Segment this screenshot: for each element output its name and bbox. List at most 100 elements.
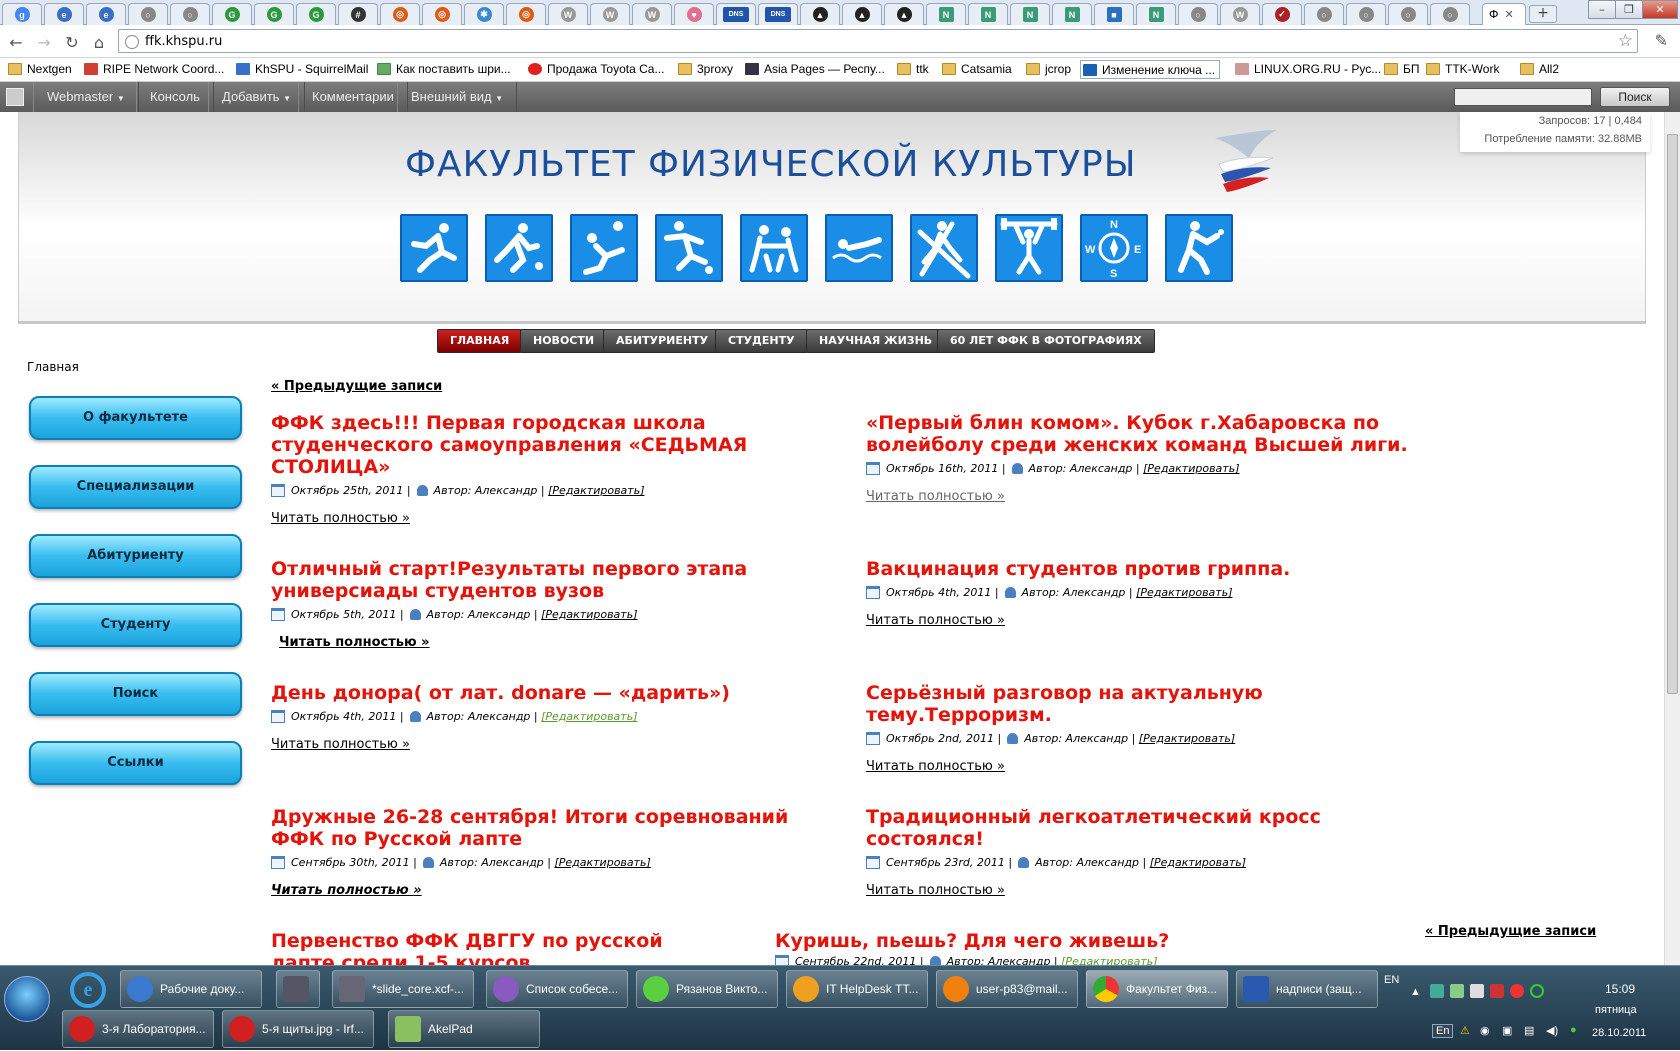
tray-app-icon[interactable] (1470, 984, 1484, 998)
scrollbar-thumb[interactable] (1667, 134, 1678, 694)
read-more-link[interactable]: Читать полностью » (866, 489, 1456, 504)
browser-tab[interactable]: e (44, 3, 84, 25)
taskbar-item[interactable]: *slide_core.xcf-... (332, 970, 474, 1008)
browser-tab[interactable]: W (548, 3, 588, 25)
browser-tab[interactable]: ▲ (842, 3, 882, 25)
nav-photos[interactable]: 60 ЛЕТ ФФК В ФОТОГРАФИЯХ (937, 329, 1155, 353)
edit-link[interactable]: [Редактировать] (1061, 955, 1157, 965)
browser-tab-active[interactable]: Ф ✕ (1482, 3, 1526, 25)
browser-tab[interactable]: ■ (1094, 3, 1134, 25)
edit-link[interactable]: [Редактировать] (1143, 462, 1239, 475)
browser-tab[interactable]: ○ (170, 3, 210, 25)
read-more-link[interactable]: Читать полностью » (271, 737, 811, 752)
bookmark-item[interactable]: БП (1384, 62, 1420, 76)
nav-science[interactable]: НАУЧНАЯ ЖИЗНЬ (806, 329, 946, 353)
sidebar-button-links[interactable]: Ссылки (29, 741, 242, 785)
browser-tab[interactable]: ○ (1304, 3, 1344, 25)
post-title[interactable]: День донора( от лат. donare — «дарить») (271, 682, 811, 704)
admin-search-input[interactable] (1454, 88, 1592, 106)
previous-posts-link-bottom[interactable]: « Предыдущие записи (1425, 924, 1596, 939)
taskbar-item[interactable]: Список собесе... (486, 970, 628, 1008)
taskbar-item[interactable]: AkelPad (388, 1010, 540, 1048)
forward-icon[interactable]: → (34, 33, 54, 52)
sidebar-button-about[interactable]: О факультете (29, 396, 242, 440)
network-icon[interactable] (1430, 984, 1444, 998)
browser-tab[interactable]: DNS (716, 3, 756, 25)
taskbar-item[interactable]: надписи (защ... (1236, 970, 1378, 1008)
wrench-icon[interactable]: ✎ (1655, 31, 1668, 50)
nav-home[interactable]: ГЛАВНАЯ (437, 329, 523, 353)
browser-tab[interactable]: N (968, 3, 1008, 25)
warning-icon[interactable]: ⚠ (1460, 1024, 1470, 1037)
close-window-button[interactable]: ✕ (1642, 0, 1678, 19)
browser-tab[interactable]: ▲ (884, 3, 924, 25)
internet-explorer-icon[interactable]: e (70, 972, 106, 1008)
maximize-button[interactable]: ❐ (1615, 0, 1643, 19)
start-button[interactable] (4, 976, 50, 1022)
browser-tab[interactable]: ○ (1346, 3, 1386, 25)
tray-app-icon[interactable]: ◉ (1480, 1024, 1490, 1037)
browser-tab[interactable]: ○ (1178, 3, 1218, 25)
sidebar-button-search[interactable]: Поиск (29, 672, 242, 716)
post-title[interactable]: Вакцинация студентов против гриппа. (866, 558, 1456, 580)
taskbar-item[interactable]: 5-я щиты.jpg - Irf... (222, 1010, 374, 1048)
language-indicator[interactable]: EN (1384, 974, 1399, 986)
browser-tab[interactable]: ◎ (380, 3, 420, 25)
read-more-link[interactable]: Читать полностью » (271, 511, 811, 526)
nav-applicants[interactable]: АБИТУРИЕНТУ (603, 329, 722, 353)
admin-menu-add[interactable]: Добавить ▼ (208, 82, 305, 112)
reload-icon[interactable]: ↻ (62, 33, 82, 52)
tray-app-icon[interactable] (1530, 984, 1544, 998)
bookmark-item[interactable]: LINUX.ORG.RU - Рус... (1235, 62, 1381, 76)
post-title[interactable]: Первенство ФФК ДВГГУ по русской лапте ср… (271, 930, 701, 965)
bookmark-item[interactable]: Как поставить шри... (377, 62, 511, 76)
taskbar-item[interactable]: user-p83@mail... (936, 970, 1078, 1008)
browser-tab[interactable]: g (2, 3, 42, 25)
taskbar-item-active[interactable]: Факультет Физ... (1086, 970, 1228, 1008)
browser-tab[interactable]: G (212, 3, 252, 25)
admin-search-button[interactable]: Поиск (1600, 87, 1670, 107)
sidebar-button-applicants[interactable]: Абитуриенту (29, 534, 242, 578)
read-more-link[interactable]: Читать полностью » (866, 883, 1366, 898)
nav-students[interactable]: СТУДЕНТУ (715, 329, 808, 353)
edit-link[interactable]: [Редактировать] (541, 608, 637, 621)
tray-app-icon[interactable] (1510, 984, 1524, 998)
read-more-link[interactable]: Читать полностью » (279, 635, 811, 650)
volume-icon[interactable]: ◀) (1546, 1024, 1558, 1037)
bookmark-item[interactable]: Изменение ключа ... (1080, 60, 1221, 79)
edit-link[interactable]: [Редактировать] (1150, 856, 1246, 869)
read-more-link[interactable]: Читать полностью » (271, 883, 831, 898)
browser-tab[interactable]: ○ (1430, 3, 1470, 25)
browser-tab[interactable]: DNS (758, 3, 798, 25)
browser-tab[interactable]: ◎ (506, 3, 546, 25)
browser-tab[interactable]: G (254, 3, 294, 25)
previous-posts-link-top[interactable]: « Предыдущие записи (271, 379, 442, 394)
admin-menu-console[interactable]: Консоль (136, 82, 214, 112)
edit-link[interactable]: [Редактировать] (554, 856, 650, 869)
read-more-link[interactable]: Читать полностью » (866, 759, 1336, 774)
bookmark-item[interactable]: Продажа Toyota Ca... (528, 62, 664, 76)
browser-tab[interactable]: # (338, 3, 378, 25)
browser-tab[interactable]: W (590, 3, 630, 25)
admin-menu-webmaster[interactable]: Webmaster ▼ (33, 82, 139, 112)
tray-app-icon[interactable] (1450, 984, 1464, 998)
address-bar[interactable]: ffk.khspu.ru ☆ (118, 29, 1638, 53)
bookmark-item[interactable]: RIPE Network Coord... (84, 62, 224, 76)
browser-tab[interactable]: ○ (128, 3, 168, 25)
edit-link[interactable]: [Редактировать] (1136, 586, 1232, 599)
bookmark-item[interactable]: Asia Pages — Респу... (745, 62, 885, 76)
taskbar-item[interactable]: 3-я Лаборатория... (62, 1010, 214, 1048)
edit-link[interactable]: [Редактировать] (541, 710, 637, 723)
bookmark-item[interactable]: Catsamia (942, 62, 1012, 76)
home-icon[interactable]: ⌂ (89, 33, 109, 52)
post-title[interactable]: «Первый блин комом». Кубок г.Хабаровска … (866, 412, 1456, 456)
minimize-button[interactable]: – (1588, 0, 1616, 19)
bookmark-item[interactable]: TTK-Work (1426, 62, 1499, 76)
tray-app-icon[interactable]: ▣ (1502, 1024, 1512, 1037)
edit-link[interactable]: [Редактировать] (548, 484, 644, 497)
post-title[interactable]: ФФК здесь!!! Первая городская школа студ… (271, 412, 811, 478)
sidebar-button-students[interactable]: Студенту (29, 603, 242, 647)
browser-tab[interactable]: ♥ (674, 3, 714, 25)
read-more-link[interactable]: Читать полностью » (866, 613, 1456, 628)
sidebar-button-specializations[interactable]: Специализации (29, 465, 242, 509)
